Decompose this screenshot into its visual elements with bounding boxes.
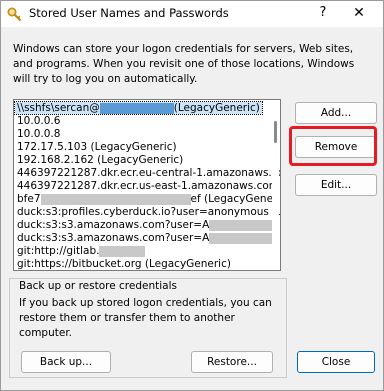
highlight-box — [289, 126, 377, 166]
list-scrollbar[interactable] — [272, 101, 279, 267]
list-item[interactable]: git:https://bitbucket.org (LegacyGeneric… — [15, 258, 231, 270]
redacted-block — [40, 193, 191, 205]
credentials-list[interactable]: \\sshfs\sercan@ (LegacyGeneric) 10.0.0.6 … — [13, 99, 281, 271]
list-item-text: ef (LegacyGener — [190, 193, 278, 205]
backup-button[interactable]: Back up... — [21, 351, 111, 373]
edit-button[interactable]: Edit... — [295, 174, 377, 196]
list-item-text: git:http://gitlab. — [17, 245, 100, 257]
list-item-text: (LegacyGeneric) — [173, 102, 260, 114]
close-button[interactable]: Close — [297, 351, 375, 373]
list-item[interactable]: bfe7 ef (LegacyGener — [15, 193, 277, 205]
list-item-text: bfe7 — [17, 193, 41, 205]
redacted-block — [209, 219, 280, 231]
list-item[interactable]: 446397221287.dkr.ecr.eu-central-1.amazon… — [15, 167, 280, 179]
redacted-block — [209, 232, 280, 244]
list-item-text: duck:s3:s3.amazonaws.com?user=A — [17, 232, 210, 244]
key-icon — [7, 7, 22, 22]
window-title: Stored User Names and Passwords — [29, 6, 229, 20]
list-item[interactable]: 446397221287.dkr.ecr.us-east-1.amazonaws… — [15, 180, 280, 192]
scrollbar-thumb[interactable] — [274, 121, 277, 143]
intro-text: Windows can store your logon credentials… — [13, 43, 355, 85]
list-item[interactable]: \\sshfs\sercan@ (LegacyGeneric) — [14, 101, 263, 115]
backup-group-description: If you back up stored logon credentials,… — [19, 297, 272, 339]
list-item[interactable]: duck:s3:s3.amazonaws.com?user=A — [15, 232, 280, 244]
list-item[interactable]: 10.0.0.6 — [15, 115, 60, 127]
list-item-text: \\sshfs\sercan@ — [17, 102, 100, 114]
list-item-text: duck:s3:s3.amazonaws.com?user=A — [17, 219, 210, 231]
restore-button[interactable]: Restore... — [191, 351, 273, 373]
list-item[interactable]: git:http://gitlab. — [15, 245, 146, 257]
backup-group-title: Back up or restore credentials — [17, 280, 179, 292]
list-item[interactable]: duck:s3:s3.amazonaws.com?user=A — [15, 219, 280, 231]
redacted-block — [99, 102, 174, 114]
add-button[interactable]: Add... — [295, 102, 377, 124]
title-bar[interactable]: Stored User Names and Passwords ? ✕ — [1, 1, 383, 27]
help-button[interactable]: ? — [313, 3, 333, 23]
list-item[interactable]: 172.17.5.103 (LegacyGeneric) — [15, 141, 177, 153]
stored-credentials-dialog: Stored User Names and Passwords ? ✕ Wind… — [0, 0, 384, 391]
list-item[interactable]: duck:s3:profiles.cyberduck.io?user=anony… — [15, 206, 280, 218]
list-item[interactable]: 192.168.2.162 (LegacyGeneric) — [15, 154, 183, 166]
list-item[interactable]: 10.0.0.8 — [15, 128, 60, 140]
close-window-button[interactable]: ✕ — [347, 3, 371, 23]
redacted-block — [99, 245, 146, 257]
